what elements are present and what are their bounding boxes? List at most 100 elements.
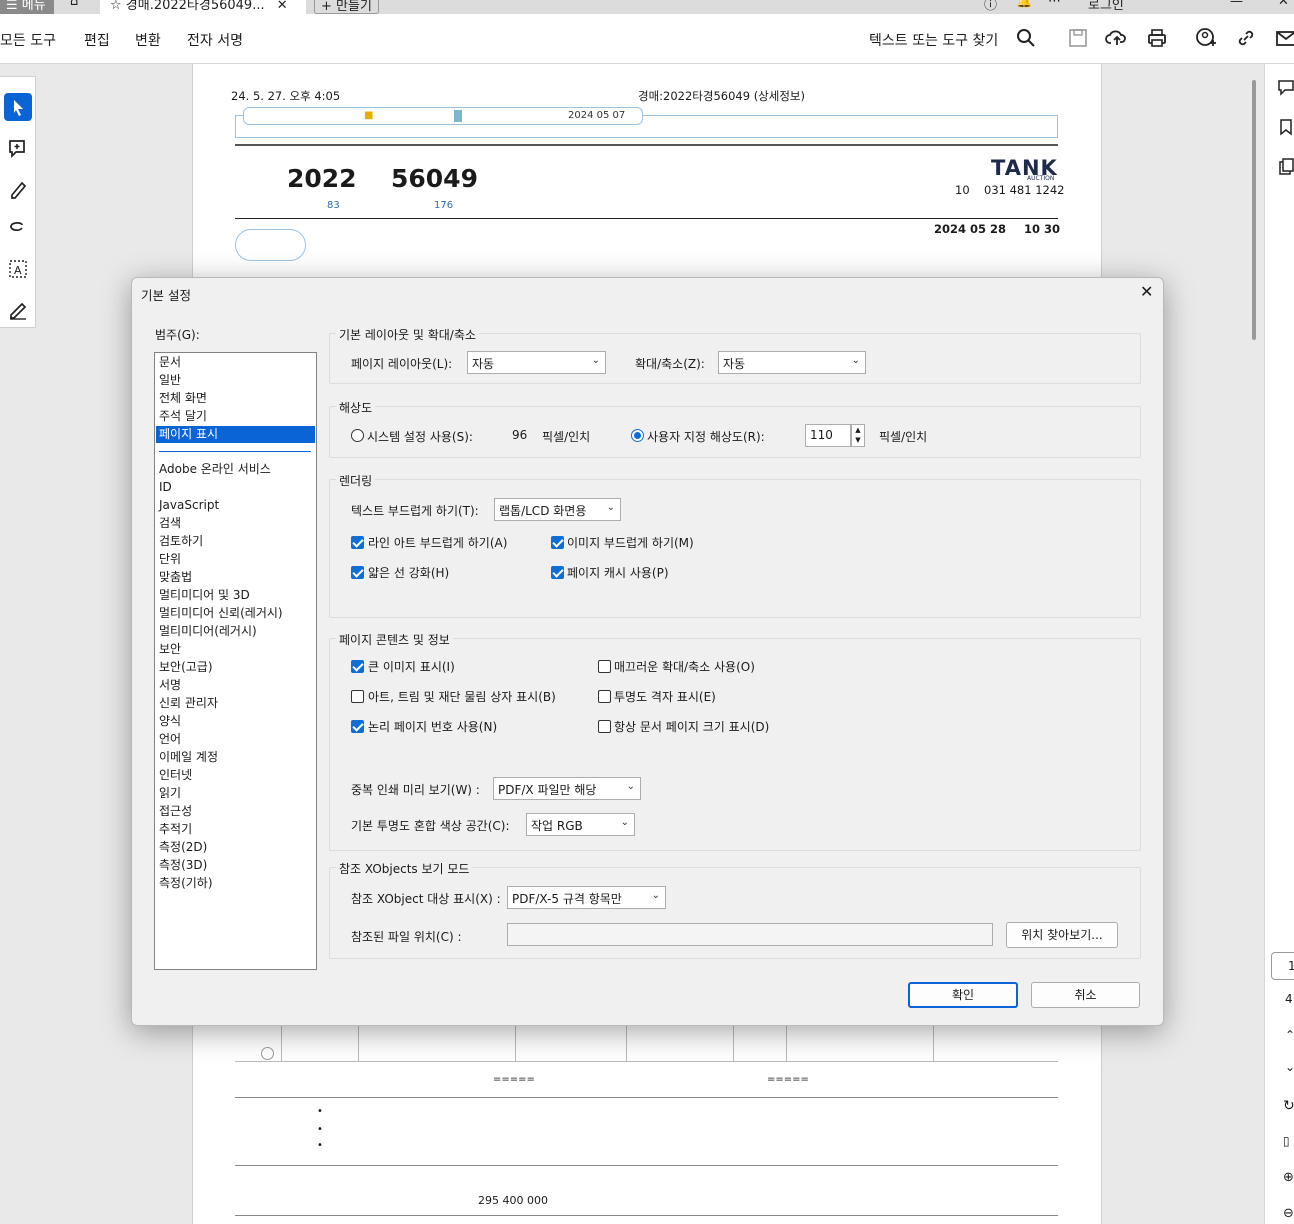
list-item[interactable]: 일반	[159, 372, 181, 389]
list-item[interactable]: 측정(기하)	[159, 875, 213, 892]
save-icon[interactable]	[1066, 26, 1090, 50]
transparency-grid-checkbox[interactable]	[598, 690, 611, 703]
list-item[interactable]: 전체 화면	[159, 390, 207, 407]
new-tab-button[interactable]: + 만들기	[314, 0, 379, 14]
chevron-down-icon[interactable]: ⌄	[1285, 1060, 1294, 1074]
zoom-in-icon[interactable]: ⊕	[1283, 1170, 1294, 1185]
ok-button[interactable]: 확인	[908, 982, 1018, 1008]
upload-cloud-icon[interactable]	[1105, 26, 1129, 50]
smooth-lineart-checkbox[interactable]	[351, 536, 364, 549]
bookmark-icon[interactable]	[1277, 118, 1294, 136]
overprint-select[interactable]: PDF/X 파일만 해당 ⌄	[493, 777, 641, 800]
list-item[interactable]: 보안	[159, 641, 181, 658]
smooth-text-value: 랩톱/LCD 화면용	[499, 504, 587, 518]
list-item[interactable]: 신뢰 관리자	[159, 695, 218, 712]
highlight-pen-icon[interactable]	[4, 175, 32, 203]
doc-page-size-checkbox[interactable]	[598, 720, 611, 733]
list-item[interactable]: JavaScript	[159, 497, 219, 514]
custom-resolution-input[interactable]: 110	[805, 424, 851, 447]
list-item[interactable]: 문서	[159, 354, 181, 371]
list-item[interactable]: 단위	[159, 551, 181, 568]
blend-space-select[interactable]: 작업 RGB ⌄	[526, 813, 635, 836]
lasso-draw-icon[interactable]	[4, 215, 32, 243]
separator-text-1: =====	[493, 1074, 535, 1085]
page-number-input[interactable]: 1	[1271, 952, 1294, 980]
select-tool-icon[interactable]	[4, 93, 32, 121]
pages-icon[interactable]	[1277, 158, 1294, 176]
menu-esign[interactable]: 전자 서명	[187, 30, 243, 50]
fit-page-icon[interactable]: ▯	[1283, 1134, 1290, 1148]
print-icon[interactable]	[1145, 26, 1169, 50]
list-item[interactable]: 측정(3D)	[159, 857, 207, 874]
comment-panel-icon[interactable]	[1277, 78, 1294, 96]
list-item[interactable]: 검색	[159, 515, 181, 532]
custom-resolution-radio[interactable]	[631, 429, 644, 442]
mail-icon[interactable]	[1274, 26, 1294, 50]
link-icon[interactable]	[1234, 26, 1258, 50]
apps-icon[interactable]: ⋯	[1048, 0, 1061, 14]
list-item[interactable]: 멀티미디어 및 3D	[159, 587, 250, 604]
tab-document-label: 경매.2022타경56049...	[125, 0, 265, 13]
page-cache-checkbox[interactable]	[551, 566, 564, 579]
dialog-close-icon[interactable]: ✕	[1140, 282, 1153, 301]
list-item[interactable]: 멀티미디어(레거시)	[159, 623, 257, 640]
zoom-select[interactable]: 자동 ⌄	[718, 351, 866, 374]
login-button[interactable]: 로그인	[1088, 0, 1124, 14]
smooth-zoom-checkbox[interactable]	[598, 660, 611, 673]
browse-location-button[interactable]: 위치 찾아보기...	[1006, 922, 1118, 948]
list-item[interactable]: 보안(고급)	[159, 659, 213, 676]
list-item[interactable]: ID	[159, 479, 172, 496]
search-icon[interactable]	[1014, 26, 1038, 50]
close-icon[interactable]: ✕	[277, 0, 288, 13]
menu-tab[interactable]: ☰ 메뉴	[0, 0, 54, 14]
list-item[interactable]: 접근성	[159, 803, 192, 820]
art-trim-checkbox[interactable]	[351, 690, 364, 703]
zoom-out-icon[interactable]: ⊖	[1283, 1206, 1294, 1221]
xobject-location-field[interactable]	[507, 923, 993, 946]
category-list[interactable]: 문서 일반 전체 화면 주석 달기 페이지 표시 Adobe 온라인 서비스 I…	[154, 352, 317, 970]
resolution-spinner[interactable]: ▲ ▼	[851, 424, 865, 447]
status-pill[interactable]	[235, 229, 306, 261]
chevron-up-icon[interactable]: ⌃	[1285, 1028, 1294, 1042]
list-item[interactable]: 추적기	[159, 821, 192, 838]
system-resolution-radio[interactable]	[351, 429, 364, 442]
list-item[interactable]: 읽기	[159, 785, 181, 802]
menu-all-tools[interactable]: 모든 도구	[0, 30, 56, 50]
list-item[interactable]: 인터넷	[159, 767, 192, 784]
list-item[interactable]: 언어	[159, 731, 181, 748]
menu-convert[interactable]: 변환	[135, 30, 161, 50]
scrollbar-thumb[interactable]	[1252, 80, 1256, 340]
tab-document[interactable]: ☆ 경매.2022타경56049... ✕	[100, 0, 306, 14]
add-comment-icon[interactable]	[4, 135, 32, 163]
enhance-thin-lines-checkbox[interactable]	[351, 566, 364, 579]
sign-icon[interactable]	[4, 295, 32, 323]
cancel-button[interactable]: 취소	[1031, 982, 1140, 1008]
list-item[interactable]: 검토하기	[159, 533, 203, 550]
xobject-target-select[interactable]: PDF/X-5 규격 항목만 ⌄	[507, 886, 666, 909]
help-icon[interactable]: ⓘ	[984, 0, 997, 14]
list-item[interactable]: Adobe 온라인 서비스	[159, 461, 271, 478]
tool-search[interactable]: 텍스트 또는 도구 찾기	[869, 30, 998, 50]
window-close-icon[interactable]: ✕	[1278, 0, 1289, 14]
list-item[interactable]: 측정(2D)	[159, 839, 207, 856]
smooth-text-select[interactable]: 랩톱/LCD 화면용 ⌄	[494, 498, 621, 521]
list-item[interactable]: 주석 달기	[159, 408, 207, 425]
rotate-icon[interactable]: ↻	[1283, 1098, 1294, 1114]
list-item[interactable]: 서명	[159, 677, 181, 694]
large-images-checkbox[interactable]	[351, 660, 364, 673]
share-user-icon[interactable]	[1194, 26, 1218, 50]
list-item-selected[interactable]: 페이지 표시	[156, 426, 315, 443]
minimize-icon[interactable]: —	[1230, 0, 1243, 14]
list-item[interactable]: 멀티미디어 신뢰(레거시)	[159, 605, 283, 622]
home-icon[interactable]: ⌂	[70, 0, 78, 14]
list-item[interactable]: 양식	[159, 713, 181, 730]
page-layout-select[interactable]: 자동 ⌄	[467, 351, 606, 374]
logical-page-checkbox[interactable]	[351, 720, 364, 733]
smooth-images-checkbox[interactable]	[551, 536, 564, 549]
list-item[interactable]: 맞춤법	[159, 569, 192, 586]
menu-edit[interactable]: 편집	[84, 30, 110, 50]
text-box-icon[interactable]: A	[4, 255, 32, 283]
dialog-title: 기본 설정	[141, 288, 191, 303]
bell-icon[interactable]: 🔔	[1016, 0, 1032, 14]
list-item[interactable]: 이메일 계정	[159, 749, 218, 766]
